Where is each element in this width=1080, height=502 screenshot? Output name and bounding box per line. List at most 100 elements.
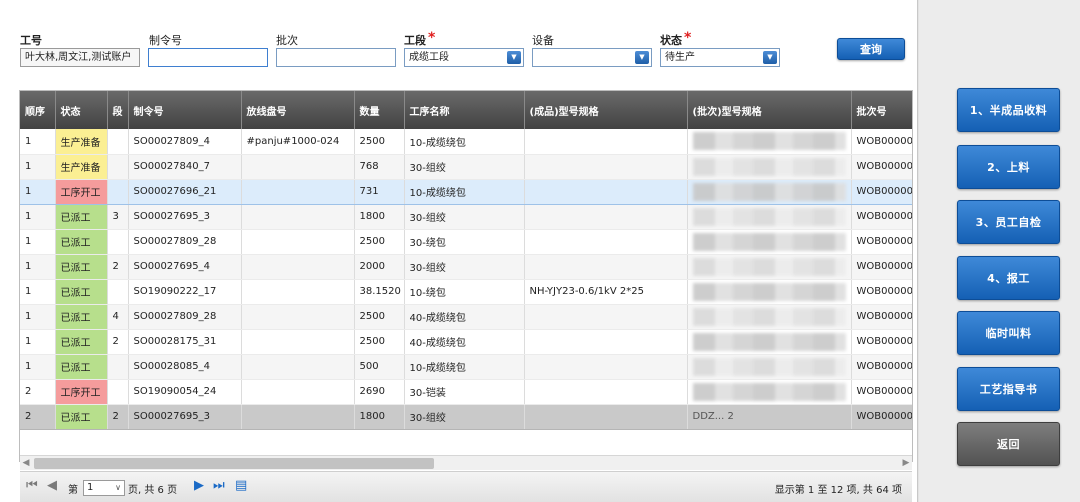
seg-cell [107,354,129,380]
status-badge: 工序开工 [55,379,108,405]
horizontal-scrollbar[interactable]: ◀ ▶ [20,455,912,470]
spec-cell [524,379,688,405]
process-cell: 10-成缆绕包 [404,354,525,380]
table-row[interactable]: 1 已派工 2 SO00027695_4 2000 30-组绞 WOB00000 [20,254,912,280]
column-header[interactable]: 工序名称 [404,91,525,129]
qty-cell: 2500 [354,129,405,155]
chevron-down-icon[interactable]: ∨ [115,481,121,495]
table-row[interactable]: 1 已派工 SO00028085_4 500 10-成缆绕包 WOB00000 [20,354,912,380]
column-header[interactable]: (批次)型号规格 [687,91,852,129]
batch-spec-cell [687,154,852,180]
qty-cell: 1800 [354,404,405,430]
spec-cell [524,329,688,355]
column-header[interactable]: 制令号 [128,91,242,129]
seq-cell: 1 [20,329,56,355]
batch-input[interactable] [276,48,396,67]
back-button[interactable]: 返回 [957,422,1060,466]
redacted-block [692,357,846,376]
process-guide-button[interactable]: 工艺指导书 [957,367,1060,411]
redacted-block [692,207,846,226]
redacted-block [692,232,846,251]
reel-cell [241,154,355,180]
seq-cell: 1 [20,254,56,280]
column-header[interactable]: 数量 [354,91,405,129]
chevron-down-icon[interactable]: ▼ [507,51,521,64]
scroll-right-icon[interactable]: ▶ [900,456,912,471]
process-cell: 30-绕包 [404,229,525,255]
column-header[interactable]: 放线盘号 [241,91,355,129]
section-label: 工段 * [404,30,436,47]
batch-cell: WOB00000 [851,354,912,380]
batch-spec-cell [687,254,852,280]
export-icon[interactable]: ▤ [235,478,247,494]
column-header[interactable]: 批次号 [851,91,912,129]
table-row[interactable]: 1 已派工 SO19090222_17 38.1520 10-绕包 NH-YJY23-0.… [20,279,912,305]
equipment-label: 设备 [532,34,554,47]
table-row[interactable]: 1 工序开工 SO00027696_21 731 10-成缆绕包 WOB00000 [20,178,912,205]
status-select[interactable]: 待生产 ▼ [660,48,780,67]
seg-cell [107,379,129,405]
batch-cell: WOB00000 [851,229,912,255]
redacted-block [692,382,846,401]
column-header[interactable]: 状态 [55,91,108,129]
table-row[interactable]: 1 生产准备 SO00027840_7 768 30-组绞 WOB00000 [20,154,912,180]
batch-cell: WOB00000 [851,379,912,405]
reel-cell [241,178,355,205]
batch-spec-cell [687,129,852,155]
order-number-input[interactable] [148,48,268,67]
status-badge: 生产准备 [55,129,108,155]
seg-cell: 3 [107,204,129,230]
spec-cell [524,154,688,180]
first-page-icon[interactable]: ⏮ [26,478,38,494]
seq-cell: 1 [20,154,56,180]
batch-spec-cell [687,354,852,380]
chevron-down-icon[interactable]: ▼ [763,51,777,64]
required-mark: * [684,30,692,46]
process-cell: 30-组绞 [404,154,525,180]
query-button[interactable]: 查询 [837,38,905,60]
order-cell: SO00027695_4 [128,254,242,280]
seg-cell: 4 [107,304,129,330]
load-material-button[interactable]: 2、上料 [957,145,1060,189]
status-badge: 已派工 [55,329,108,355]
chevron-down-icon[interactable]: ▼ [635,51,649,64]
batch-spec-cell [687,379,852,405]
section-select[interactable]: 成缆工段 ▼ [404,48,524,67]
table-header-row: 顺序 状态 段 制令号 放线盘号 数量 工序名称 (成品)型号规格 (批次)型号… [20,91,912,129]
temporary-material-request-button[interactable]: 临时叫料 [957,311,1060,355]
qty-cell: 2690 [354,379,405,405]
seg-cell: 2 [107,404,129,430]
table-row[interactable]: 2 已派工 2 SO00027695_3 1800 30-组绞 DDZ... 2 WOB000… [20,404,912,430]
equipment-select[interactable]: ▼ [532,48,652,67]
spec-cell [524,229,688,255]
scroll-left-icon[interactable]: ◀ [20,456,32,471]
process-cell: 10-成缆绕包 [404,178,525,205]
last-page-icon[interactable]: ⏭ [213,478,225,494]
table-row[interactable]: 1 已派工 SO00027809_28 2500 30-绕包 WOB00000 [20,229,912,255]
next-page-icon[interactable]: ▶ [194,478,204,494]
self-inspection-button[interactable]: 3、员工自检 [957,200,1060,244]
table-row[interactable]: 1 已派工 2 SO00028175_31 2500 40-成缆绕包 WOB00000 [20,329,912,355]
page-number-select[interactable]: 1 ∨ [83,480,125,496]
reel-cell: #panju#1000-024 [241,129,355,155]
column-header[interactable]: 段 [107,91,129,129]
prev-page-icon[interactable]: ◀ [47,478,57,494]
work-order-grid: 顺序 状态 段 制令号 放线盘号 数量 工序名称 (成品)型号规格 (批次)型号… [19,90,913,462]
status-badge: 已派工 [55,254,108,280]
table-row[interactable]: 1 已派工 4 SO00027809_28 2500 40-成缆绕包 WOB00000 [20,304,912,330]
work-order-table: 顺序 状态 段 制令号 放线盘号 数量 工序名称 (成品)型号规格 (批次)型号… [20,91,912,430]
table-row[interactable]: 1 已派工 3 SO00027695_3 1800 30-组绞 WOB00000 [20,204,912,230]
scrollbar-thumb[interactable] [34,458,434,469]
qty-cell: 768 [354,154,405,180]
status-badge: 生产准备 [55,154,108,180]
table-row[interactable]: 2 工序开工 SO19090054_24 2690 30-铠装 WOB00000 [20,379,912,405]
side-panel: 1、半成品收料 2、上料 3、员工自检 4、报工 临时叫料 工艺指导书 返回 [919,0,1080,502]
column-header[interactable]: 顺序 [20,91,56,129]
table-body: 1 生产准备 SO00027809_4 #panju#1000-024 2500 10-成… [20,129,912,430]
semi-finished-receive-button[interactable]: 1、半成品收料 [957,88,1060,132]
batch-cell: WOB00000 [851,254,912,280]
worker-field[interactable]: 叶大林,周文江,测试账户 [20,48,140,67]
table-row[interactable]: 1 生产准备 SO00027809_4 #panju#1000-024 2500 10-成… [20,129,912,155]
report-work-button[interactable]: 4、报工 [957,256,1060,300]
column-header[interactable]: (成品)型号规格 [524,91,688,129]
